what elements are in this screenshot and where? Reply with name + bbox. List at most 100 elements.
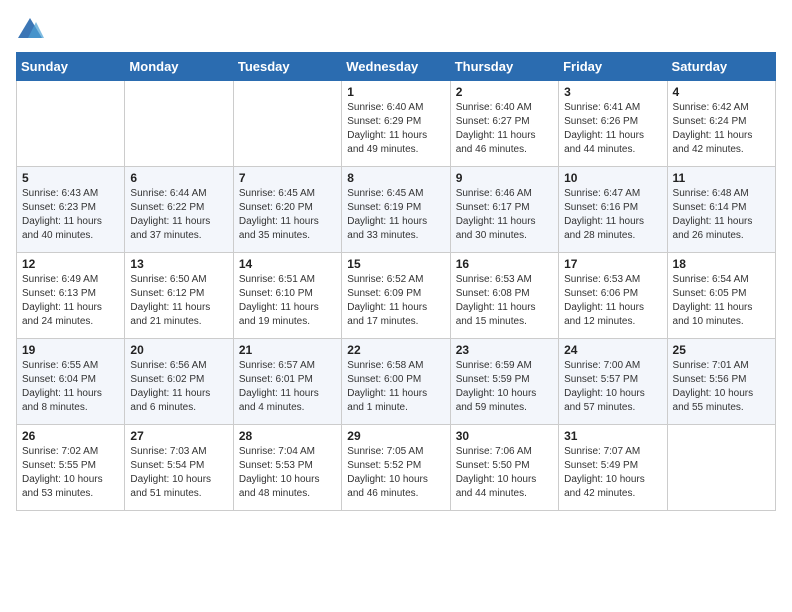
day-number: 1 [347,85,444,99]
calendar-cell: 18 Sunrise: 6:54 AM Sunset: 6:05 PM Dayli… [667,253,775,339]
calendar-cell: 3 Sunrise: 6:41 AM Sunset: 6:26 PM Daylig… [559,81,667,167]
day-info: Sunrise: 6:46 AM Sunset: 6:17 PM Dayligh… [456,187,553,243]
weekday-header: Saturday [667,53,775,81]
day-info: Sunrise: 6:53 AM Sunset: 6:06 PM Dayligh… [564,273,661,329]
day-info: Sunrise: 7:01 AM Sunset: 5:56 PM Dayligh… [673,359,770,415]
day-info: Sunrise: 6:44 AM Sunset: 6:22 PM Dayligh… [130,187,227,243]
day-info: Sunrise: 6:45 AM Sunset: 6:19 PM Dayligh… [347,187,444,243]
day-info: Sunrise: 6:52 AM Sunset: 6:09 PM Dayligh… [347,273,444,329]
calendar-cell: 5 Sunrise: 6:43 AM Sunset: 6:23 PM Daylig… [17,167,125,253]
calendar-cell: 10Sunrise: 6:47 AM Sunset: 6:16 PM Dayli… [559,167,667,253]
calendar-cell: 13 Sunrise: 6:50 AM Sunset: 6:12 PM Dayli… [125,253,233,339]
day-number: 8 [347,171,444,185]
weekday-header: Friday [559,53,667,81]
calendar-cell: 14Sunrise: 6:51 AM Sunset: 6:10 PM Dayli… [233,253,341,339]
day-info: Sunrise: 7:02 AM Sunset: 5:55 PM Dayligh… [22,445,119,501]
calendar-cell: 16Sunrise: 6:53 AM Sunset: 6:08 PM Dayli… [450,253,558,339]
day-number: 23 [456,343,553,357]
calendar-week-row: 19 Sunrise: 6:55 AM Sunset: 6:04 PM Dayli… [17,339,776,425]
calendar-cell [667,425,775,511]
day-info: Sunrise: 6:49 AM Sunset: 6:13 PM Dayligh… [22,273,119,329]
day-info: Sunrise: 6:45 AM Sunset: 6:20 PM Dayligh… [239,187,336,243]
calendar-cell: 19 Sunrise: 6:55 AM Sunset: 6:04 PM Dayli… [17,339,125,425]
day-number: 17 [564,257,661,271]
calendar-cell: 25 Sunrise: 7:01 AM Sunset: 5:56 PM Dayli… [667,339,775,425]
day-info: Sunrise: 6:40 AM Sunset: 6:29 PM Dayligh… [347,101,444,157]
calendar-cell: 31Sunrise: 7:07 AM Sunset: 5:49 PM Dayli… [559,425,667,511]
calendar-cell: 6 Sunrise: 6:44 AM Sunset: 6:22 PM Daylig… [125,167,233,253]
day-info: Sunrise: 7:07 AM Sunset: 5:49 PM Dayligh… [564,445,661,501]
day-number: 6 [130,171,227,185]
day-number: 24 [564,343,661,357]
day-number: 12 [22,257,119,271]
day-info: Sunrise: 6:57 AM Sunset: 6:01 PM Dayligh… [239,359,336,415]
day-info: Sunrise: 6:48 AM Sunset: 6:14 PM Dayligh… [673,187,770,243]
day-info: Sunrise: 6:55 AM Sunset: 6:04 PM Dayligh… [22,359,119,415]
calendar-cell: 1 Sunrise: 6:40 AM Sunset: 6:29 PM Daylig… [342,81,450,167]
day-number: 27 [130,429,227,443]
calendar-week-row: 26 Sunrise: 7:02 AM Sunset: 5:55 PM Dayli… [17,425,776,511]
day-number: 18 [673,257,770,271]
day-info: Sunrise: 6:51 AM Sunset: 6:10 PM Dayligh… [239,273,336,329]
day-info: Sunrise: 7:03 AM Sunset: 5:54 PM Dayligh… [130,445,227,501]
day-number: 29 [347,429,444,443]
calendar-cell: 24Sunrise: 7:00 AM Sunset: 5:57 PM Dayli… [559,339,667,425]
calendar-cell: 2 Sunrise: 6:40 AM Sunset: 6:27 PM Daylig… [450,81,558,167]
calendar-table: SundayMondayTuesdayWednesdayThursdayFrid… [16,52,776,511]
day-info: Sunrise: 6:54 AM Sunset: 6:05 PM Dayligh… [673,273,770,329]
day-number: 19 [22,343,119,357]
day-number: 28 [239,429,336,443]
day-info: Sunrise: 6:59 AM Sunset: 5:59 PM Dayligh… [456,359,553,415]
weekday-header: Monday [125,53,233,81]
day-number: 2 [456,85,553,99]
calendar-cell: 23 Sunrise: 6:59 AM Sunset: 5:59 PM Dayli… [450,339,558,425]
logo-icon [16,16,44,44]
day-number: 10 [564,171,661,185]
day-number: 15 [347,257,444,271]
calendar-cell: 8 Sunrise: 6:45 AM Sunset: 6:19 PM Daylig… [342,167,450,253]
calendar-cell: 17 Sunrise: 6:53 AM Sunset: 6:06 PM Dayli… [559,253,667,339]
calendar-cell: 15 Sunrise: 6:52 AM Sunset: 6:09 PM Dayli… [342,253,450,339]
calendar-cell: 9 Sunrise: 6:46 AM Sunset: 6:17 PM Daylig… [450,167,558,253]
day-info: Sunrise: 7:04 AM Sunset: 5:53 PM Dayligh… [239,445,336,501]
calendar-body: 1 Sunrise: 6:40 AM Sunset: 6:29 PM Daylig… [17,81,776,511]
day-info: Sunrise: 6:41 AM Sunset: 6:26 PM Dayligh… [564,101,661,157]
weekday-header: Sunday [17,53,125,81]
day-number: 9 [456,171,553,185]
day-info: Sunrise: 7:05 AM Sunset: 5:52 PM Dayligh… [347,445,444,501]
calendar-week-row: 12 Sunrise: 6:49 AM Sunset: 6:13 PM Dayli… [17,253,776,339]
day-info: Sunrise: 6:40 AM Sunset: 6:27 PM Dayligh… [456,101,553,157]
day-number: 7 [239,171,336,185]
calendar-cell: 22 Sunrise: 6:58 AM Sunset: 6:00 PM Dayli… [342,339,450,425]
day-number: 25 [673,343,770,357]
calendar-cell: 4Sunrise: 6:42 AM Sunset: 6:24 PM Daylig… [667,81,775,167]
day-info: Sunrise: 6:50 AM Sunset: 6:12 PM Dayligh… [130,273,227,329]
calendar-cell [125,81,233,167]
calendar-week-row: 5 Sunrise: 6:43 AM Sunset: 6:23 PM Daylig… [17,167,776,253]
weekday-header: Wednesday [342,53,450,81]
calendar-cell: 26 Sunrise: 7:02 AM Sunset: 5:55 PM Dayli… [17,425,125,511]
calendar-cell [17,81,125,167]
page-header [16,16,776,44]
calendar-header: SundayMondayTuesdayWednesdayThursdayFrid… [17,53,776,81]
day-number: 26 [22,429,119,443]
day-number: 3 [564,85,661,99]
calendar-cell: 30 Sunrise: 7:06 AM Sunset: 5:50 PM Dayli… [450,425,558,511]
day-number: 11 [673,171,770,185]
day-info: Sunrise: 6:53 AM Sunset: 6:08 PM Dayligh… [456,273,553,329]
day-info: Sunrise: 7:06 AM Sunset: 5:50 PM Dayligh… [456,445,553,501]
calendar-cell: 12 Sunrise: 6:49 AM Sunset: 6:13 PM Dayli… [17,253,125,339]
calendar-cell [233,81,341,167]
day-number: 5 [22,171,119,185]
day-number: 30 [456,429,553,443]
day-number: 22 [347,343,444,357]
day-info: Sunrise: 6:58 AM Sunset: 6:00 PM Dayligh… [347,359,444,415]
calendar-week-row: 1 Sunrise: 6:40 AM Sunset: 6:29 PM Daylig… [17,81,776,167]
day-info: Sunrise: 6:43 AM Sunset: 6:23 PM Dayligh… [22,187,119,243]
calendar-cell: 29 Sunrise: 7:05 AM Sunset: 5:52 PM Dayli… [342,425,450,511]
day-number: 13 [130,257,227,271]
day-number: 20 [130,343,227,357]
calendar-cell: 7 Sunrise: 6:45 AM Sunset: 6:20 PM Daylig… [233,167,341,253]
day-info: Sunrise: 6:42 AM Sunset: 6:24 PM Dayligh… [673,101,770,157]
logo [16,16,46,44]
